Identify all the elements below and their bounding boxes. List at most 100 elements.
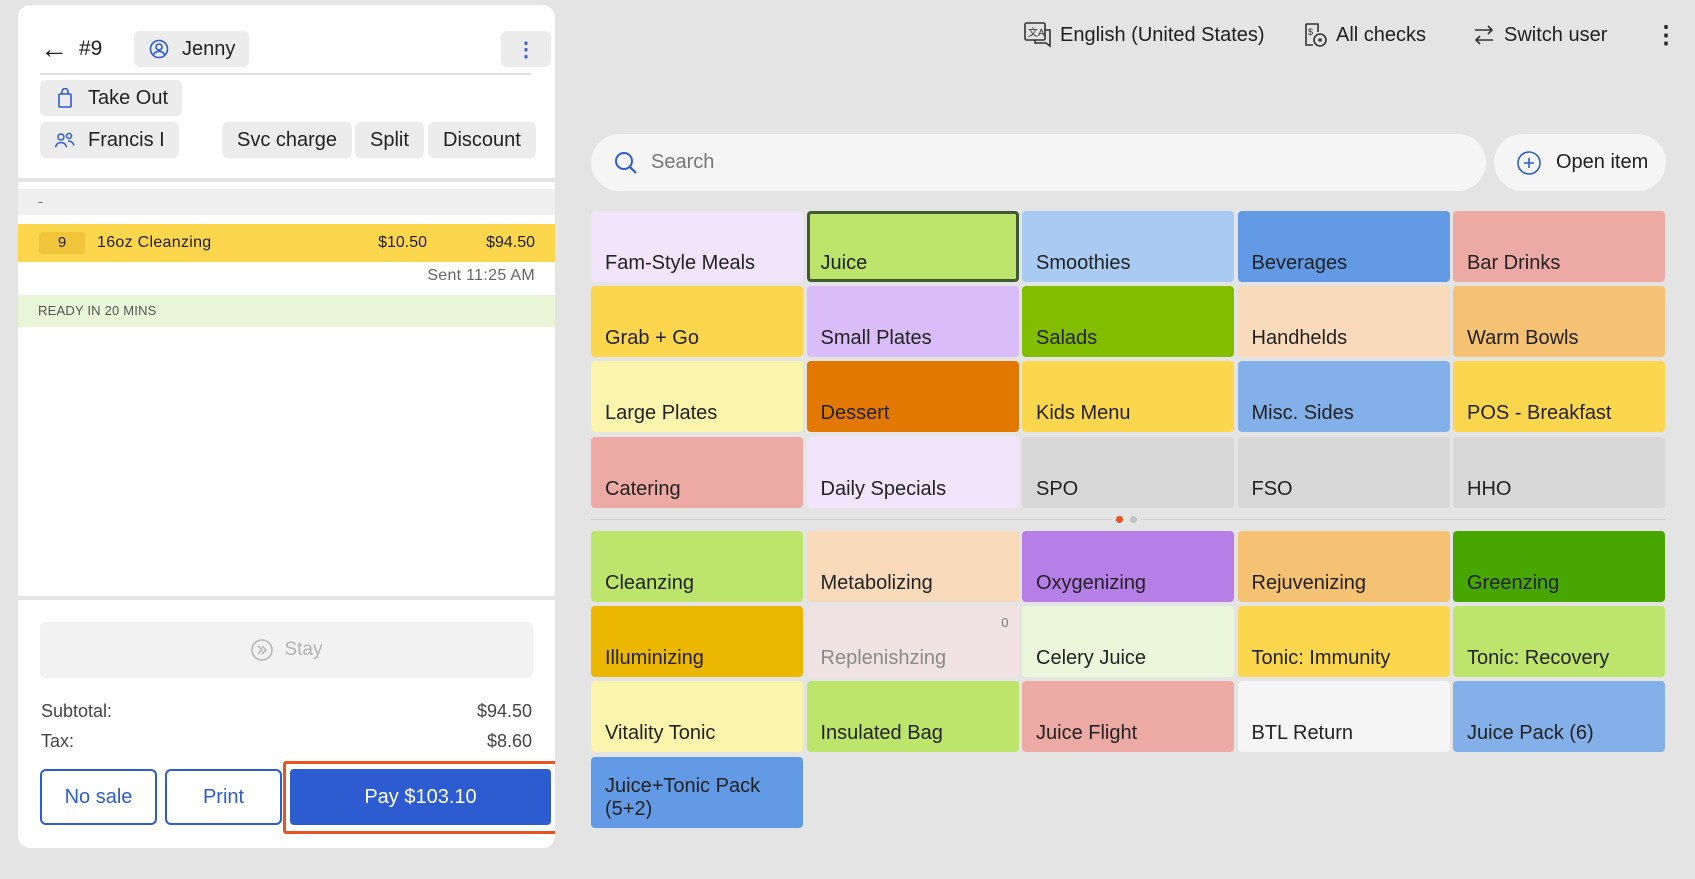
language-selector[interactable]: 文A English (United States) [1024,20,1265,50]
menu-item-tile[interactable]: Juice Pack (6) [1453,681,1665,753]
page-indicator [1112,513,1141,525]
search-icon [613,150,639,176]
svc-charge-button[interactable]: Svc charge [222,122,353,158]
menu-group-label: Smoothies [1036,252,1131,274]
menu-group-tile[interactable]: SPO [1022,436,1234,508]
guest-chip[interactable]: Francis I [40,122,179,158]
menu-group-label: Warm Bowls [1467,327,1579,350]
menu-item-label: Insulated Bag [820,722,943,745]
back-arrow-icon[interactable]: ← [40,35,70,63]
menu-item-tile[interactable]: Greenzing [1453,531,1665,602]
item-unit-price: $10.50 [378,234,427,251]
menu-group-tile[interactable]: Smoothies [1022,211,1234,282]
menu-item-label: Oxygenizing [1036,572,1147,594]
sent-time: Sent 11:25 AM [427,267,535,284]
menu-group-label: Misc. Sides [1251,402,1354,425]
menu-item-label: Greenzing [1467,572,1560,594]
search-input[interactable] [651,151,1451,174]
menu-group-tile[interactable]: Grab + Go [591,286,803,358]
language-label: English (United States) [1060,23,1265,46]
menu-item-tile[interactable]: Replenishzing 0 [806,606,1019,678]
menu-group-tile[interactable]: POS - Breakfast [1453,361,1665,433]
split-button[interactable]: Split [355,122,424,158]
menu-group-tile[interactable]: HHO [1453,436,1665,508]
menu-item-label: Juice Pack (6) [1467,722,1594,745]
menu-group-tile[interactable]: Misc. Sides [1237,361,1450,433]
menu-group-label: Juice [820,252,868,274]
dining-option-label: Take Out [88,86,169,109]
menu-item-label: Cleanzing [605,572,694,594]
discount-button[interactable]: Discount [428,122,536,158]
menu-item-tile[interactable]: BTL Return [1237,681,1450,753]
menu-item-tile[interactable]: Tonic: Recovery [1453,606,1665,678]
menu-group-tile[interactable]: Warm Bowls [1453,286,1665,358]
menu-group-tile[interactable]: Large Plates [591,361,803,433]
menu-item-tile[interactable]: Vitality Tonic [591,681,803,753]
plus-circle-icon [1516,150,1542,176]
menu-group-label: Dessert [820,402,890,425]
item-name: 16oz Cleanzing [97,234,212,251]
menu-group-tile[interactable]: Fam-Style Meals [591,211,803,282]
tax-label: Tax: [41,731,75,751]
menu-group-label: Daily Specials [820,477,947,500]
menu-item-label: Metabolizing [820,572,933,594]
dining-option-chip[interactable]: Take Out [40,80,183,116]
open-item-button[interactable]: Open item [1494,134,1666,191]
all-checks-button[interactable]: $ All checks [1302,20,1426,50]
menu-group-tile[interactable]: Beverages [1237,211,1450,282]
divider [18,596,555,600]
menu-item-tile[interactable]: Rejuvenizing [1237,531,1450,602]
switch-user-label: Switch user [1504,23,1608,46]
menu-group-label: Bar Drinks [1467,252,1561,274]
open-item-label: Open item [1556,151,1649,173]
menu-item-tile[interactable]: Cleanzing [591,531,803,602]
menu-group-tile[interactable]: Dessert [806,361,1019,433]
vertical-dots-icon: ⋮ [516,38,536,61]
menu-item-tile[interactable]: Illuminizing [591,606,803,678]
menu-item-tile[interactable]: Insulated Bag [806,681,1019,753]
subtotal-row: Subtotal: $94.50 [41,701,532,722]
server-chip[interactable]: Jenny [134,31,250,67]
menu-item-tile[interactable]: Celery Juice [1022,606,1234,678]
stock-count-badge: 0 [1001,615,1009,631]
no-sale-button[interactable]: No sale [40,769,157,825]
main-more-button[interactable]: ⋮ [1652,20,1680,50]
page-dot[interactable] [1130,515,1137,523]
tax-row: Tax: $8.60 [41,731,532,752]
menu-group-tile[interactable]: Handhelds [1237,286,1450,358]
menu-group-label: FSO [1251,477,1293,500]
menu-group-tile[interactable]: Small Plates [806,286,1019,358]
vertical-dots-icon: ⋮ [1654,21,1678,49]
stay-button[interactable]: Stay [40,622,533,678]
pay-button[interactable]: Pay $103.10 [290,769,551,825]
menu-item-tile[interactable]: Juice+Tonic Pack (5+2) [591,756,803,828]
seat-row: - [18,189,555,215]
svg-text:$: $ [1308,27,1313,37]
menu-group-label: Fam-Style Meals [605,252,756,274]
print-button[interactable]: Print [165,769,282,825]
search-bar[interactable] [591,134,1486,191]
menu-group-tile[interactable]: Catering [591,436,803,508]
checks-icon: $ [1302,22,1328,48]
order-item-row[interactable]: 9 16oz Cleanzing $10.50 $94.50 [18,224,555,262]
menu-item-label: Celery Juice [1036,647,1147,670]
menu-item-tile[interactable]: Tonic: Immunity [1237,606,1450,678]
menu-item-tile[interactable]: Oxygenizing [1022,531,1234,602]
switch-user-button[interactable]: Switch user [1472,20,1607,50]
shopping-bag-icon [54,88,76,108]
menu-group-tile[interactable]: Salads [1022,286,1234,358]
menu-group-label: Grab + Go [605,327,699,350]
menu-group-tile[interactable]: Daily Specials [806,436,1019,508]
item-total: $94.50 [486,234,535,251]
order-more-button[interactable]: ⋮ [501,31,551,67]
menu-item-label: Rejuvenizing [1251,572,1367,594]
menu-group-tile[interactable]: FSO [1237,436,1450,508]
menu-group-tile[interactable]: Juice [806,211,1019,282]
page-dot-active[interactable] [1116,515,1123,523]
menu-item-tile[interactable]: Juice Flight [1022,681,1234,753]
menu-item-tile[interactable]: Metabolizing [806,531,1019,602]
menu-group-label: Handhelds [1251,327,1348,350]
menu-group-tile[interactable]: Bar Drinks [1453,211,1665,282]
translate-icon: 文A [1024,22,1052,48]
menu-group-tile[interactable]: Kids Menu [1022,361,1234,433]
